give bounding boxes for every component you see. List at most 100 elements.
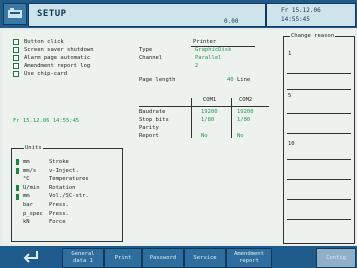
change-entry-number: 5 [288,93,292,99]
selection-marker [16,202,19,208]
unit-symbol: p_spec [23,210,43,217]
com-settings-table: COM1 COM2 Baudrate 19200 19200 Stop bits… [139,96,269,146]
checkbox[interactable] [13,63,19,69]
change-entry-line[interactable] [287,113,351,114]
title-bar: SETUP 0.00 Fr 15.12.06 14:55:45 [0,0,357,28]
printer-channel-field[interactable]: Parallel 2 [195,54,222,70]
option-label: Use chip-card [24,71,68,77]
unit-name: v-Inject. [49,167,79,174]
return-arrow-icon[interactable] [22,249,40,265]
com1-report-field[interactable]: No [201,132,208,140]
page-length-field[interactable]: 40 [227,76,234,84]
com2-header: COM2 [239,97,253,103]
page-title-box: SETUP 0.00 [28,3,266,27]
checkbox[interactable] [13,71,19,77]
selection-marker [16,176,19,182]
change-entry-line[interactable] [287,89,351,90]
change-reason-panel: Change reason 1 5 10 [283,33,355,244]
selection-marker [16,185,19,192]
softkey-password[interactable]: Password [142,248,184,268]
setup-screen: SETUP 0.00 Fr 15.12.06 14:55:45 Button c… [0,0,357,268]
unit-row-force[interactable]: kN Force [16,218,89,227]
softkey-label: Password [149,255,177,261]
units-list: mm Stroke mm/s v-Inject. °C Temperatures U/… [16,158,89,227]
printer-type-label: Type [139,47,153,53]
option-button-click[interactable]: Button click [13,38,94,46]
com1-baudrate-field[interactable]: 19200 [201,108,218,116]
main-panel: Button click Screen saver shutdown Alarm… [3,30,355,244]
options-list: Button click Screen saver shutdown Alarm… [13,38,94,78]
option-amendment-log[interactable]: Amendment report log [13,62,94,70]
printer-channel-label: Channel [139,55,163,61]
header-time: 14:55:45 [281,16,310,23]
com1-stopbits-field[interactable]: 1/80 [201,116,214,124]
unit-row-press-spec[interactable]: p_spec Press. [16,210,89,219]
com-header-divider [139,106,269,107]
units-group: Units mm Stroke mm/s v-Inject. °C Temperatu… [11,145,123,242]
softkey-label: data 1 [73,258,93,264]
com2-stopbits-field[interactable]: 1/80 [237,116,250,124]
unit-row-press-bar[interactable]: bar Press. [16,201,89,210]
selection-marker [16,219,19,225]
softkey-label: Service [193,255,217,261]
unit-row-volume[interactable]: mm Vol./SC-str. [16,192,89,201]
change-entry-line[interactable] [287,219,351,220]
unit-name: Rotation [49,184,76,191]
checkbox[interactable] [13,55,19,61]
change-entry-line[interactable] [287,73,351,74]
unit-symbol: mm [23,159,30,165]
printer-type-field[interactable]: GraphicDisk [195,46,231,54]
option-label: Amendment report log [24,63,91,69]
com2-baudrate-field[interactable]: 19200 [237,108,254,116]
report-label: Report [139,133,159,139]
selection-marker [16,193,19,200]
unit-name: Vol./SC-str. [49,193,89,200]
header-date: Fr 15.12.06 [281,7,321,14]
softkey-label: Print [114,255,132,261]
change-reason-title: Change reason [290,33,336,39]
softkey-label: Amendment [234,251,264,257]
unit-symbol: bar [23,201,33,208]
com2-report-field[interactable]: No [237,132,244,140]
softkey-general-data[interactable]: General data 1 [62,248,104,268]
softkey-amendment-report[interactable]: Amendment report [226,248,272,268]
softkey-bar: General data 1 Print Password Service Am… [0,246,357,268]
unit-name: Stroke [49,159,69,165]
change-entry-line[interactable] [287,199,351,200]
page-length-unit: Line [237,77,251,83]
change-entry-line[interactable] [287,133,351,134]
softkey-config[interactable]: Config [316,248,356,268]
unit-symbol: kN [23,219,30,226]
unit-row-inject[interactable]: mm/s v-Inject. [16,167,89,176]
checkbox[interactable] [13,39,19,45]
selection-marker [16,159,19,166]
unit-symbol: °C [23,176,30,183]
change-entry-line[interactable] [287,179,351,180]
option-alarm-page[interactable]: Alarm page automatic [13,54,94,62]
change-entry-line[interactable] [287,159,351,160]
selection-marker [16,211,19,217]
com-col-divider [231,98,232,138]
change-entry-number: 10 [288,141,295,147]
parity-label: Parity [139,125,159,131]
stopbits-label: Stop bits [139,117,169,123]
machine-icon[interactable] [3,3,27,25]
unit-row-rotation[interactable]: U/min Rotation [16,184,89,193]
unit-row-stroke[interactable]: mm Stroke [16,158,89,167]
option-label: Alarm page automatic [24,55,91,61]
unit-name: Press. [49,201,69,208]
option-screen-saver[interactable]: Screen saver shutdown [13,46,94,54]
softkey-service[interactable]: Service [184,248,226,268]
header-number: 0.00 [224,18,239,25]
softkey-label: General [71,251,95,257]
checkbox[interactable] [13,47,19,53]
unit-name: Press. [49,210,69,217]
unit-row-temperatures[interactable]: °C Temperatures [16,175,89,184]
softkey-print[interactable]: Print [104,248,142,268]
datetime-field[interactable]: Fr 15.12.06 14:55:45 [13,118,79,124]
option-chip-card[interactable]: Use chip-card [13,70,94,78]
page-title: SETUP [37,9,67,19]
datetime-box: Fr 15.12.06 14:55:45 [266,3,356,27]
option-label: Screen saver shutdown [24,47,94,53]
unit-name: Temperatures [49,176,89,183]
